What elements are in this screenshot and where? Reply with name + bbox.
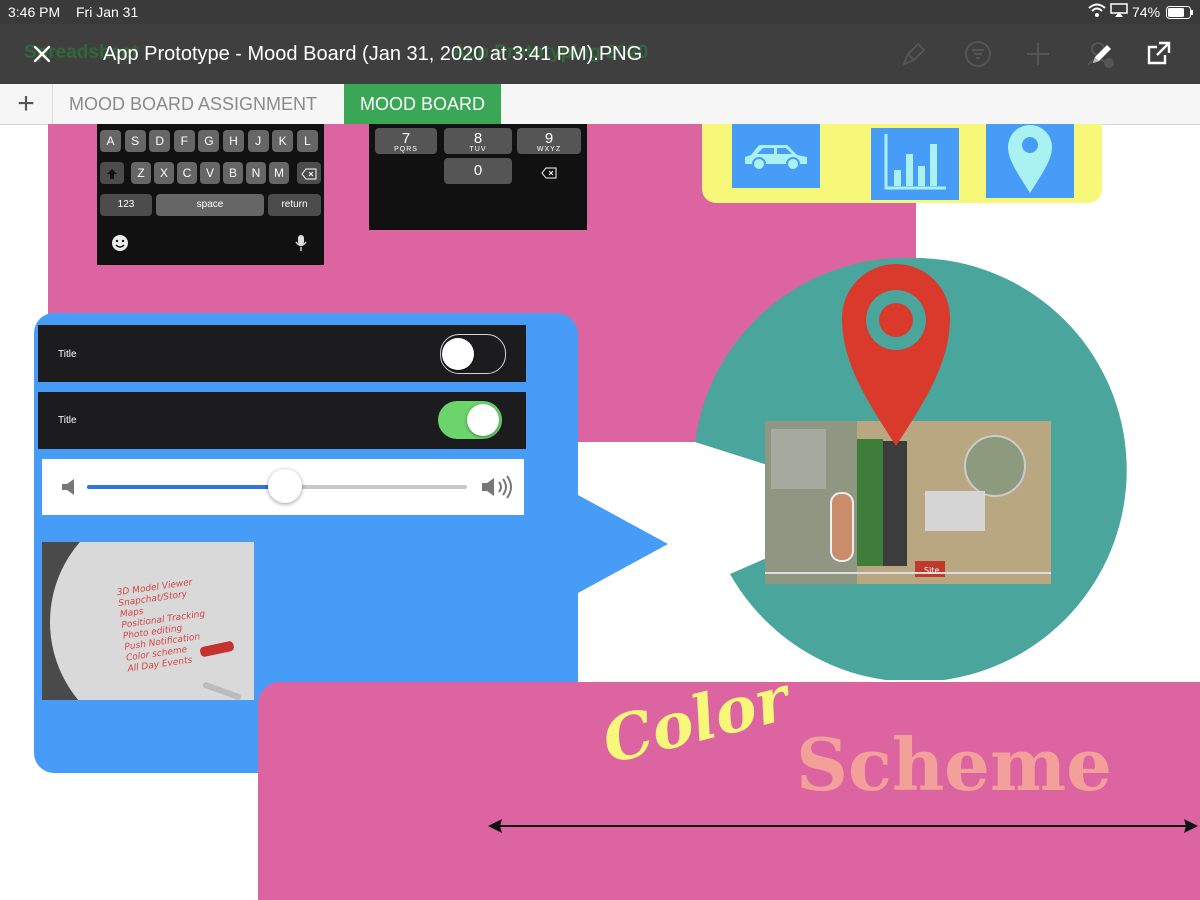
numpad-key-zero[interactable]: 0 [444,158,512,184]
close-icon[interactable] [26,38,58,70]
settings-row: Title [38,392,526,449]
red-location-pin-icon [842,264,950,446]
slider-thumb[interactable] [267,469,302,503]
slider-fill [87,485,285,489]
key-b[interactable]: B [223,162,243,184]
wifi-icon [1088,3,1106,20]
numbers-key[interactable]: 123 [100,194,152,216]
car-icon [741,137,811,176]
delete-icon [301,166,317,180]
key-n[interactable]: N [246,162,266,184]
preview-title: App Prototype - Mood Board (Jan 31, 2020… [103,43,643,65]
bar-chart-icon-tile [871,128,959,200]
toggle-switch-off[interactable] [440,334,506,374]
add-sheet-button[interactable]: + [8,87,44,121]
paint-brush-icon[interactable] [898,38,930,70]
icon-strip [702,124,1102,203]
key-z[interactable]: Z [131,162,151,184]
battery-icon [1166,6,1194,22]
key-x[interactable]: X [154,162,174,184]
microphone-icon[interactable] [295,234,307,257]
key-f[interactable]: F [173,130,195,152]
color-scheme-heading-word2: Scheme [796,722,1112,807]
whiteboard-notes: 3D Model Viewer Snapchat/Story Maps Positio… [116,577,212,676]
status-date: Fri Jan 31 [76,4,139,20]
key-j[interactable]: J [247,130,269,152]
delete-icon[interactable] [541,166,557,184]
plus-icon[interactable] [1022,38,1054,70]
row-title: Title [58,415,77,426]
toggle-knob [467,404,499,436]
share-icon[interactable] [1142,38,1174,70]
key-h[interactable]: H [223,130,244,152]
bar-chart-icon [882,132,948,197]
key-s[interactable]: S [124,130,146,152]
location-pin-icon [1006,123,1054,200]
shift-icon [106,166,118,180]
row-title: Title [58,349,77,360]
numpad-key[interactable]: 9 WXYZ [517,128,581,154]
keyboard-sample: ASDFGHJKL ZXCVBNM 123 space return [97,124,324,265]
key-l[interactable]: L [296,130,318,152]
tab-mood-board-assignment[interactable]: MOOD BOARD ASSIGNMENT [52,84,333,124]
key-c[interactable]: C [177,162,197,184]
shift-key[interactable] [100,162,124,184]
car-icon-tile [732,124,820,188]
battery-percent: 74% [1132,4,1161,20]
airplay-icon [1110,3,1128,20]
numeric-keypad-sample: 7 PQRS 8 TUV 9 WXYZ 0 [369,124,587,230]
status-bar: 3:46 PM Fri Jan 31 74% [0,0,1200,24]
location-pin-icon-tile [986,124,1074,198]
key-v[interactable]: V [200,162,220,184]
key-g[interactable]: G [198,130,220,152]
key-a[interactable]: A [100,130,121,152]
markup-pen-icon[interactable] [1086,38,1118,70]
tab-mood-board[interactable]: MOOD BOARD [344,84,502,124]
title-bar: Spreadsheet App Prototyping 2020 App Pro… [0,24,1200,85]
delete-key[interactable] [297,162,321,184]
settings-row: Title [38,325,526,382]
volume-slider [42,459,524,515]
speaker-high-icon [480,475,516,504]
whiteboard-photo: 3D Model Viewer Snapchat/Story Maps Positio… [42,542,254,700]
numpad-key[interactable]: 7 PQRS [375,128,437,154]
emoji-icon[interactable] [111,234,129,257]
toggle-switch-on[interactable] [438,401,502,439]
sheet-tab-bar: + MOOD BOARD ASSIGNMENT MOOD BOARD [0,84,1200,125]
space-key[interactable]: space [156,194,264,216]
key-k[interactable]: K [272,130,294,152]
key-d[interactable]: D [149,130,171,152]
key-m[interactable]: M [269,162,289,184]
return-key[interactable]: return [268,194,321,216]
numpad-key[interactable]: 8 TUV [444,128,512,154]
status-time: 3:46 PM [8,4,61,20]
double-arrow-line [488,819,1198,833]
speaker-low-icon [60,477,78,502]
filter-icon[interactable] [962,38,994,70]
toggle-knob [442,338,474,370]
